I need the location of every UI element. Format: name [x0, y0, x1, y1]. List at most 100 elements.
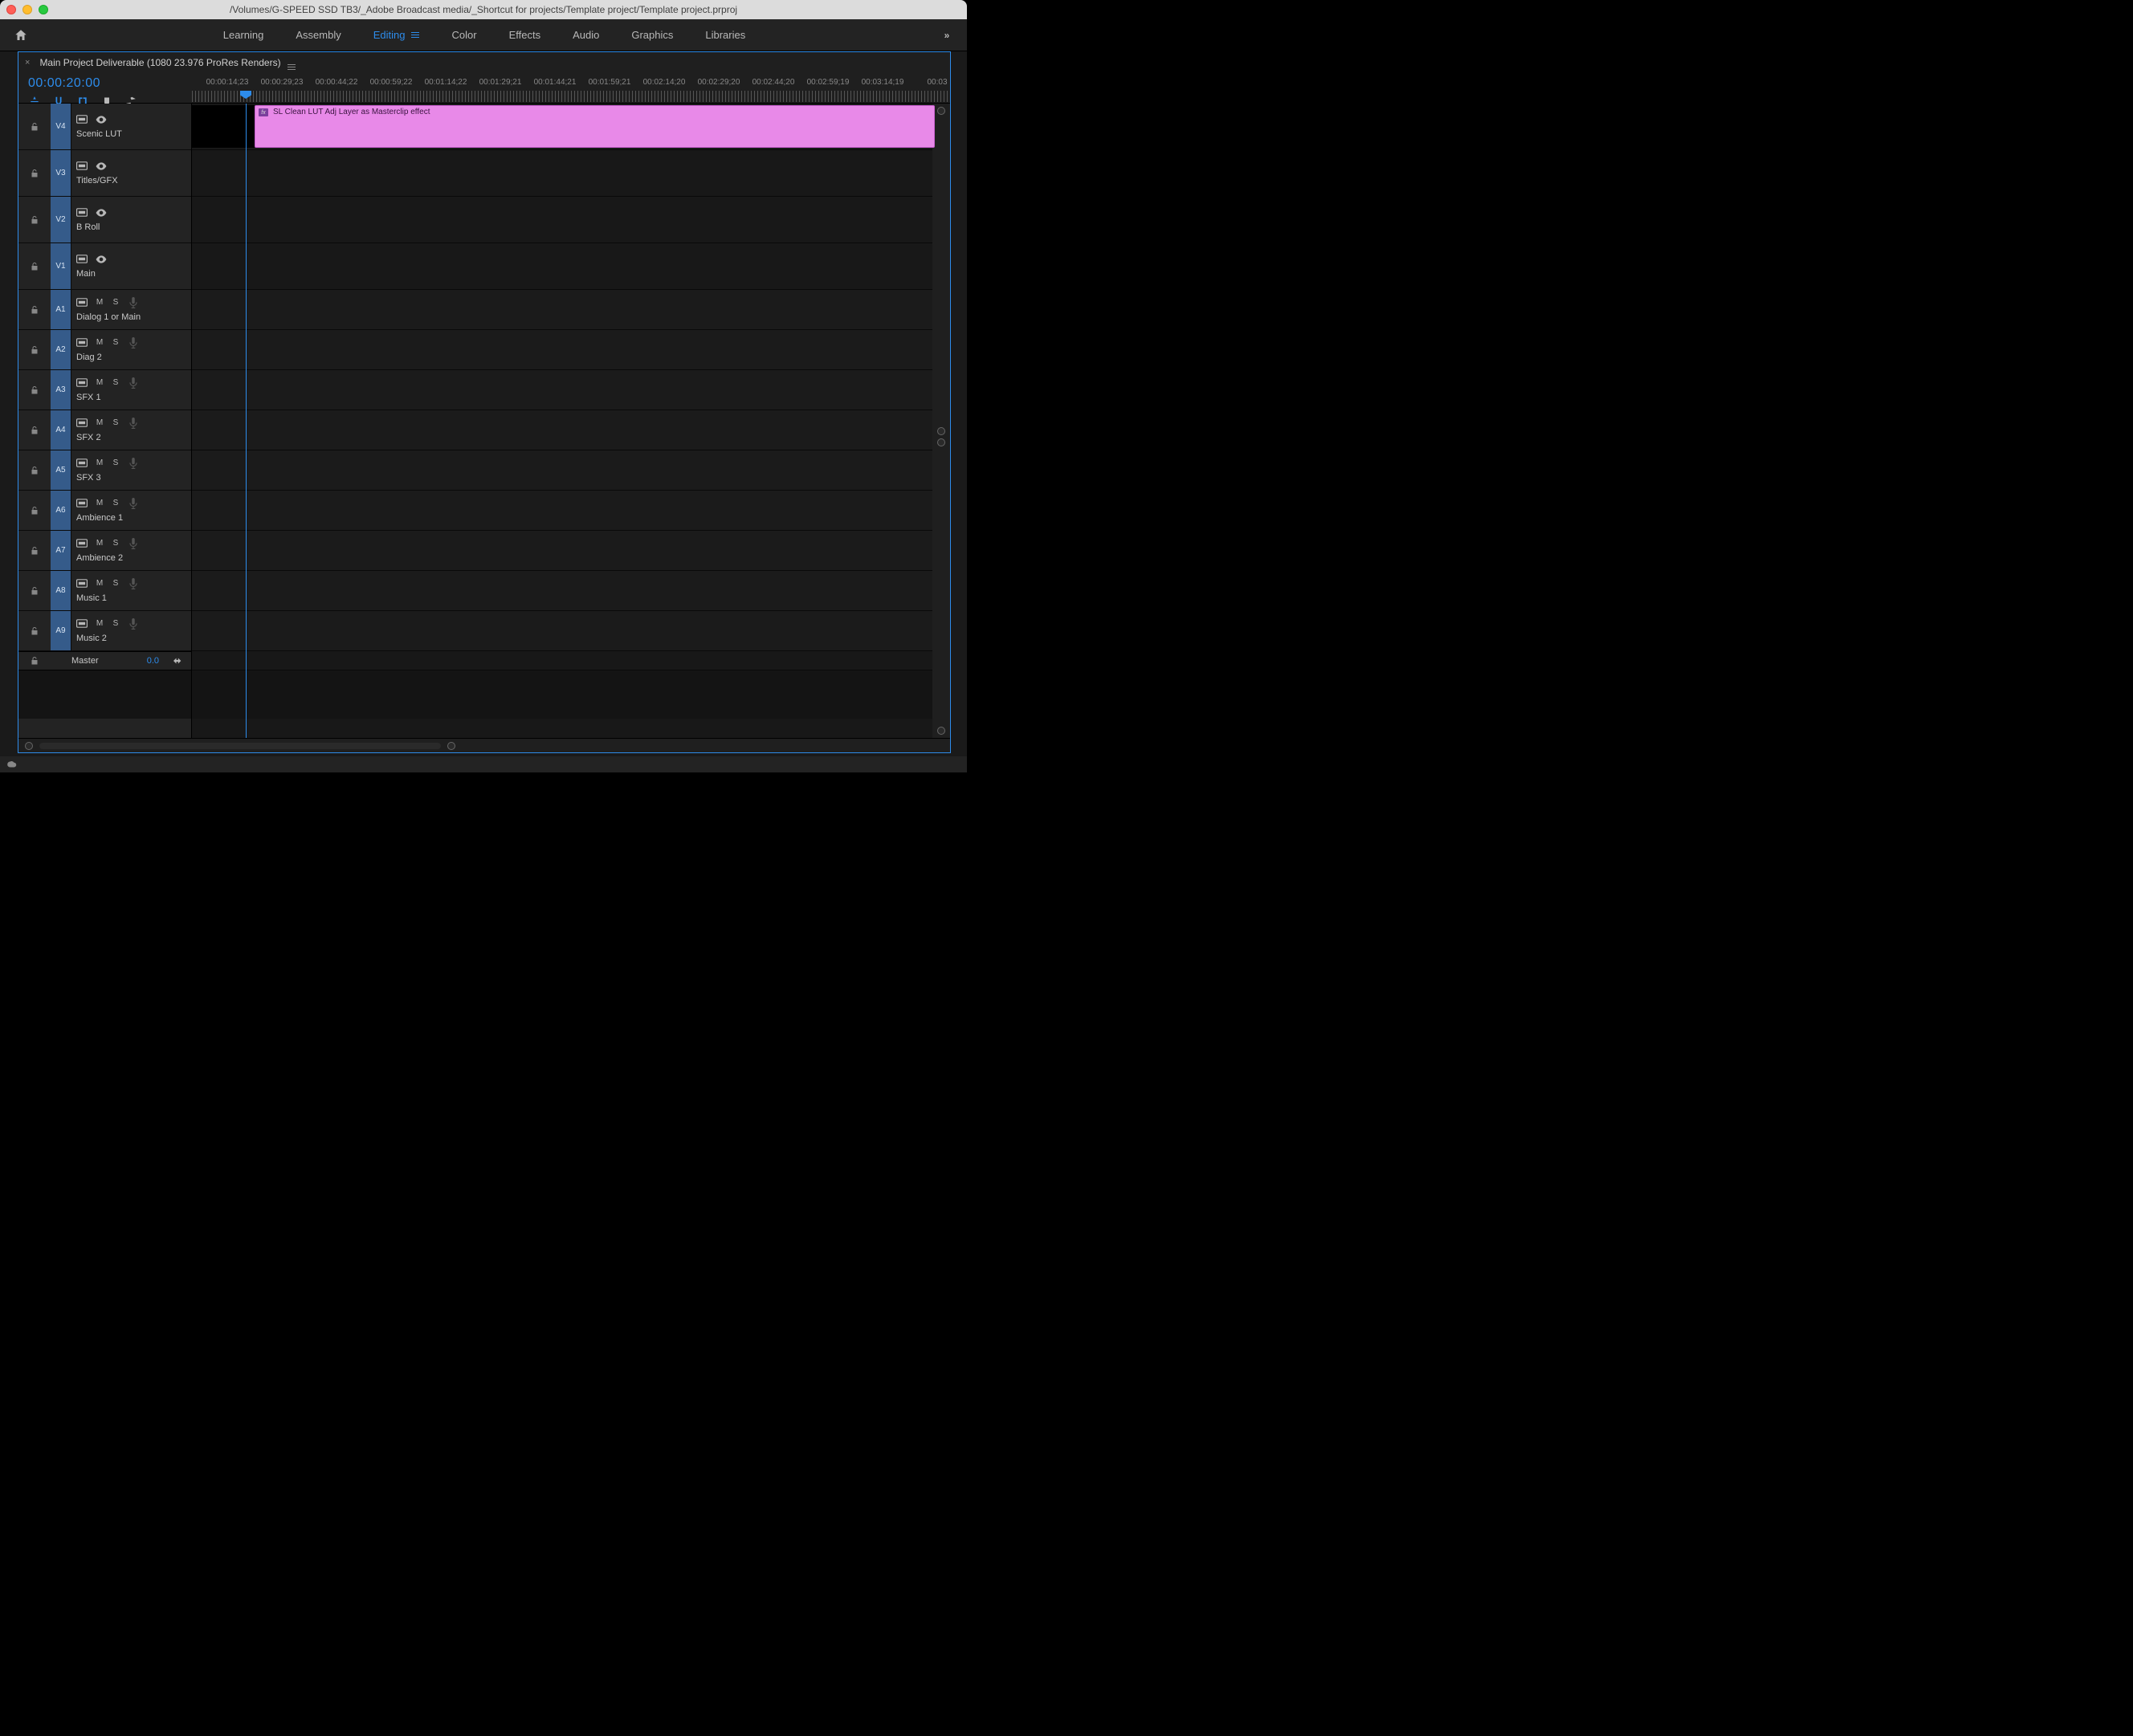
- master-level-value[interactable]: 0.0: [147, 656, 159, 666]
- mute-toggle[interactable]: M: [96, 458, 104, 467]
- track-lock-toggle[interactable]: [18, 410, 51, 450]
- solo-toggle[interactable]: S: [112, 378, 120, 387]
- panel-menu-button[interactable]: [288, 56, 296, 70]
- track-target-toggle[interactable]: A2: [51, 330, 71, 369]
- workspace-tab-color[interactable]: Color: [451, 29, 476, 41]
- fx-badge-icon[interactable]: fx: [259, 108, 268, 116]
- track-target-toggle[interactable]: A4: [51, 410, 71, 450]
- mute-toggle[interactable]: M: [96, 539, 104, 548]
- track-lock-toggle[interactable]: [18, 370, 51, 410]
- mute-toggle[interactable]: M: [96, 418, 104, 427]
- track-lock-toggle[interactable]: [18, 531, 51, 570]
- track-lane-a8[interactable]: [192, 571, 932, 611]
- sync-lock-icon[interactable]: [76, 338, 88, 348]
- sync-lock-icon[interactable]: [76, 115, 88, 124]
- eye-icon[interactable]: [96, 161, 107, 171]
- solo-toggle[interactable]: S: [112, 338, 120, 347]
- master-io-icon[interactable]: [167, 657, 191, 665]
- sync-lock-icon[interactable]: [76, 458, 88, 468]
- track-lock-toggle[interactable]: [18, 104, 51, 149]
- hscroll-start-knob[interactable]: [25, 742, 33, 750]
- track-target-toggle[interactable]: V3: [51, 150, 71, 196]
- track-lock-toggle[interactable]: [18, 571, 51, 610]
- sync-lock-icon[interactable]: [76, 619, 88, 629]
- voiceover-mic-icon[interactable]: [128, 579, 139, 589]
- sync-lock-icon[interactable]: [76, 255, 88, 264]
- workspace-tab-libraries[interactable]: Libraries: [705, 29, 745, 41]
- track-target-toggle[interactable]: V1: [51, 243, 71, 289]
- track-lock-toggle[interactable]: [18, 197, 51, 242]
- mute-toggle[interactable]: M: [96, 499, 104, 507]
- eye-icon[interactable]: [96, 255, 107, 264]
- track-lane-v2[interactable]: [192, 197, 932, 243]
- track-lane-a7[interactable]: [192, 531, 932, 571]
- time-ruler[interactable]: 00:00:14;2300:00:29;2300:00:44;2200:00:5…: [192, 73, 950, 104]
- zoom-knob[interactable]: [937, 107, 945, 115]
- clip-adjustment-layer[interactable]: fxSL Clean LUT Adj Layer as Masterclip e…: [255, 105, 935, 148]
- sync-lock-icon[interactable]: [76, 539, 88, 548]
- solo-toggle[interactable]: S: [112, 579, 120, 588]
- track-lock-toggle[interactable]: [18, 330, 51, 369]
- track-target-toggle[interactable]: V4: [51, 104, 71, 149]
- track-target-toggle[interactable]: V2: [51, 197, 71, 242]
- mute-toggle[interactable]: M: [96, 579, 104, 588]
- sync-lock-icon[interactable]: [76, 499, 88, 508]
- voiceover-mic-icon[interactable]: [128, 298, 139, 308]
- track-target-toggle[interactable]: A7: [51, 531, 71, 570]
- track-lane-v1[interactable]: [192, 243, 932, 290]
- track-target-toggle[interactable]: A5: [51, 450, 71, 490]
- track-lock-toggle[interactable]: [18, 243, 51, 289]
- voiceover-mic-icon[interactable]: [128, 619, 139, 629]
- sync-lock-icon[interactable]: [76, 208, 88, 218]
- voiceover-mic-icon[interactable]: [128, 378, 139, 388]
- track-canvas[interactable]: fxSL Clean LUT Adj Layer as Masterclip e…: [192, 104, 932, 738]
- vertical-zoom-scroll[interactable]: [932, 104, 950, 738]
- track-lane-a3[interactable]: [192, 370, 932, 410]
- track-lock-toggle[interactable]: [18, 491, 51, 530]
- voiceover-mic-icon[interactable]: [128, 539, 139, 548]
- track-lane-a9[interactable]: [192, 611, 932, 651]
- mute-toggle[interactable]: M: [96, 378, 104, 387]
- track-lane-a1[interactable]: [192, 290, 932, 330]
- track-lock-toggle[interactable]: [18, 656, 51, 666]
- track-lock-toggle[interactable]: [18, 611, 51, 650]
- panel-close-button[interactable]: ×: [25, 58, 30, 67]
- workspace-tab-audio[interactable]: Audio: [573, 29, 599, 41]
- sync-lock-icon[interactable]: [76, 161, 88, 171]
- workspace-overflow-button[interactable]: »: [927, 30, 967, 41]
- track-target-toggle[interactable]: A8: [51, 571, 71, 610]
- eye-icon[interactable]: [96, 208, 107, 218]
- track-lock-toggle[interactable]: [18, 290, 51, 329]
- sync-lock-icon[interactable]: [76, 298, 88, 308]
- track-target-toggle[interactable]: A6: [51, 491, 71, 530]
- mute-toggle[interactable]: M: [96, 619, 104, 628]
- track-lane-a4[interactable]: [192, 410, 932, 450]
- track-target-toggle[interactable]: A9: [51, 611, 71, 650]
- solo-toggle[interactable]: S: [112, 298, 120, 307]
- hscroll-thumb[interactable]: [39, 743, 441, 749]
- mute-toggle[interactable]: M: [96, 338, 104, 347]
- voiceover-mic-icon[interactable]: [128, 499, 139, 508]
- track-target-toggle[interactable]: A3: [51, 370, 71, 410]
- voiceover-mic-icon[interactable]: [128, 418, 139, 428]
- voiceover-mic-icon[interactable]: [128, 458, 139, 468]
- zoom-knob[interactable]: [937, 727, 945, 735]
- track-target-toggle[interactable]: A1: [51, 290, 71, 329]
- horizontal-scroll[interactable]: [18, 738, 950, 752]
- track-lane-v3[interactable]: [192, 150, 932, 197]
- voiceover-mic-icon[interactable]: [128, 338, 139, 348]
- track-lane-a5[interactable]: [192, 450, 932, 491]
- workspace-tab-graphics[interactable]: Graphics: [631, 29, 673, 41]
- hscroll-end-knob[interactable]: [447, 742, 455, 750]
- hscroll-track[interactable]: [39, 743, 441, 749]
- workspace-tab-editing[interactable]: Editing: [373, 29, 420, 41]
- time-ruler-area[interactable]: 00:00:14;2300:00:29;2300:00:44;2200:00:5…: [192, 73, 950, 103]
- creative-cloud-icon[interactable]: [6, 759, 18, 770]
- workspace-tab-assembly[interactable]: Assembly: [296, 29, 341, 41]
- sync-lock-icon[interactable]: [76, 579, 88, 589]
- track-lane-a2[interactable]: [192, 330, 932, 370]
- solo-toggle[interactable]: S: [112, 499, 120, 507]
- workspace-menu-icon[interactable]: [411, 32, 419, 38]
- solo-toggle[interactable]: S: [112, 539, 120, 548]
- mute-toggle[interactable]: M: [96, 298, 104, 307]
